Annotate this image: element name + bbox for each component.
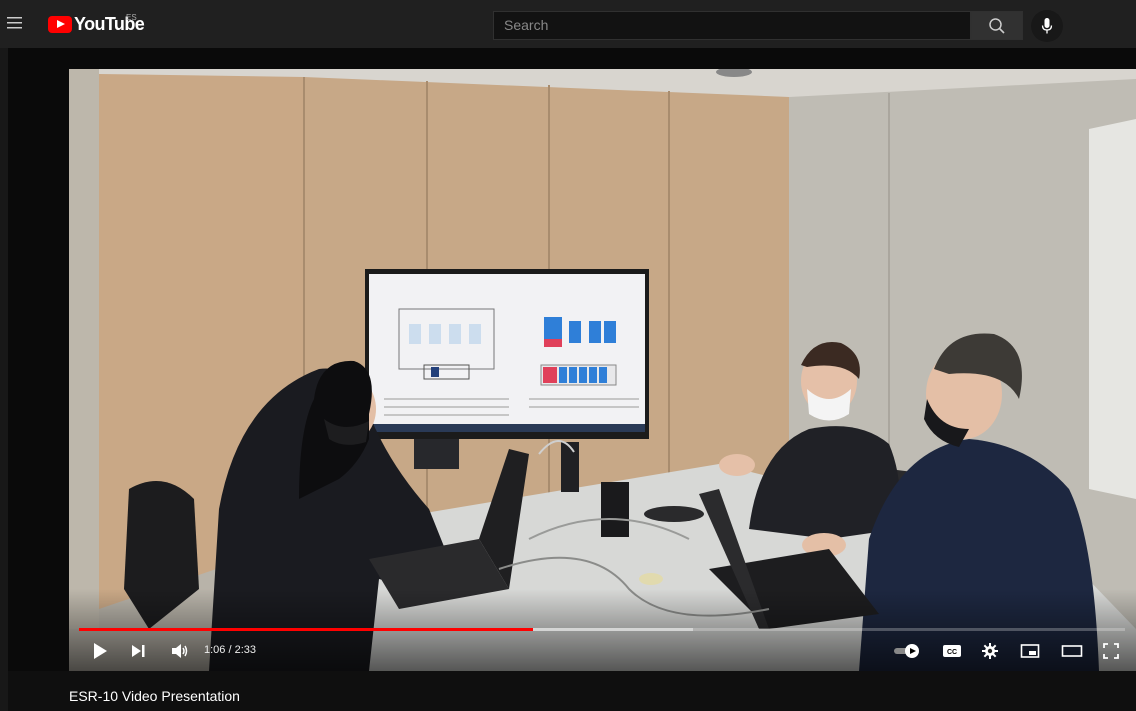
voice-search-button[interactable] bbox=[1031, 10, 1063, 42]
autoplay-toggle[interactable] bbox=[891, 640, 923, 662]
progress-bar[interactable] bbox=[79, 628, 1125, 631]
search-button[interactable] bbox=[971, 11, 1023, 40]
volume-icon bbox=[172, 644, 188, 658]
video-title: ESR-10 Video Presentation bbox=[69, 688, 240, 704]
fullscreen-button[interactable] bbox=[1099, 640, 1123, 662]
gear-icon bbox=[982, 643, 998, 659]
video-frame bbox=[69, 69, 1136, 671]
search-input[interactable]: Search bbox=[493, 11, 971, 40]
fullscreen-icon bbox=[1103, 643, 1119, 659]
volume-button[interactable] bbox=[168, 640, 192, 662]
microphone-icon bbox=[1041, 18, 1053, 34]
closed-captions-icon: CC bbox=[943, 645, 961, 657]
video-player[interactable] bbox=[69, 69, 1136, 671]
next-icon bbox=[132, 645, 145, 657]
time-display: 1:06 / 2:33 bbox=[204, 644, 256, 656]
next-button[interactable] bbox=[126, 640, 150, 662]
svg-text:CC: CC bbox=[947, 649, 957, 656]
subtitles-button[interactable]: CC bbox=[940, 640, 964, 662]
play-button[interactable] bbox=[88, 640, 112, 662]
settings-button[interactable] bbox=[978, 640, 1002, 662]
play-icon bbox=[94, 643, 107, 659]
search-icon bbox=[989, 17, 1005, 34]
theater-mode-icon bbox=[1061, 645, 1083, 657]
miniplayer-icon bbox=[1020, 644, 1040, 658]
progress-played bbox=[79, 628, 533, 631]
autoplay-icon bbox=[894, 644, 919, 658]
hamburger-menu-icon[interactable] bbox=[6, 14, 24, 32]
youtube-play-icon bbox=[48, 16, 72, 33]
top-bar: YouTube ES Search bbox=[0, 0, 1136, 48]
miniplayer-button[interactable] bbox=[1018, 640, 1042, 662]
left-strip bbox=[0, 48, 8, 711]
country-code: ES bbox=[126, 13, 137, 22]
theater-mode-button[interactable] bbox=[1059, 640, 1085, 662]
